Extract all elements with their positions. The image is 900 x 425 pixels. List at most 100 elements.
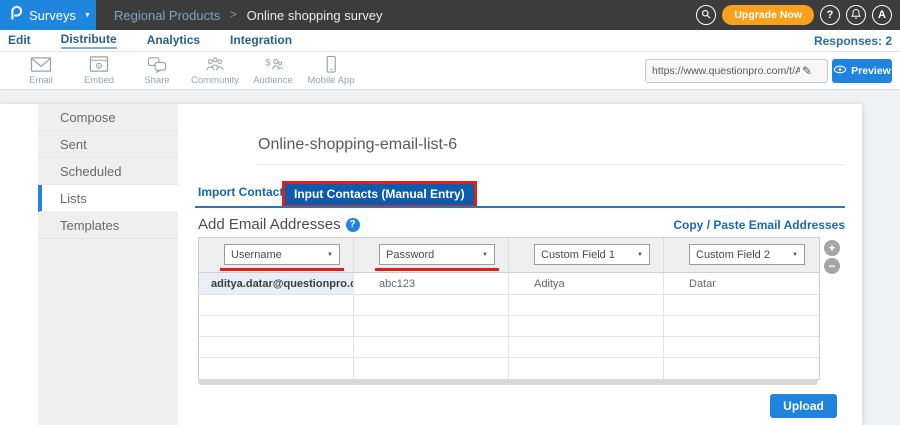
select-caret-icon: ▼ (637, 251, 643, 258)
column-select-custom-field-1[interactable]: Custom Field 1 ▼ (534, 244, 650, 265)
remove-row-button[interactable]: − (824, 258, 840, 274)
survey-nav: Edit Distribute Analytics Integration Re… (0, 30, 900, 52)
column-select-username[interactable]: Username ▼ (224, 244, 340, 265)
empty-cell[interactable] (199, 295, 354, 315)
surveys-menu-label: Surveys (29, 7, 76, 23)
top-bar: Surveys ▼ Regional Products > Online sho… (0, 0, 900, 30)
empty-cell[interactable] (354, 295, 509, 315)
topbar-actions: Upgrade Now ? A (696, 0, 892, 30)
nav-tab-edit[interactable]: Edit (8, 33, 31, 48)
upload-button[interactable]: Upload (770, 394, 837, 418)
header-cell-password: Password ▼ (354, 238, 509, 272)
email-icon (29, 55, 53, 74)
embed-icon (87, 55, 111, 74)
section-header: Add Email Addresses ? Copy / Paste Email… (198, 216, 845, 233)
cell-custom2[interactable]: Datar (664, 273, 819, 294)
annotation-box: Input Contacts (Manual Entry) (282, 181, 477, 208)
list-name-field[interactable]: Online-shopping-email-list-6 (258, 136, 457, 154)
lists-card: Compose Sent Scheduled Lists Templates O… (0, 104, 862, 425)
select-caret-icon: ▼ (792, 251, 798, 258)
tabs-divider (195, 206, 845, 208)
toolbar-items: Email Embed Share Community $ Audience M… (12, 55, 360, 86)
add-row-button[interactable]: + (824, 240, 840, 256)
empty-cell[interactable] (199, 358, 354, 379)
header-cell-custom2: Custom Field 2 ▼ (664, 238, 819, 272)
nav-tab-integration[interactable]: Integration (230, 33, 292, 48)
empty-cell[interactable] (509, 316, 664, 336)
edit-url-pencil-icon[interactable]: ✎ (802, 64, 812, 78)
preview-button[interactable]: Preview (832, 59, 892, 83)
survey-url-box: ✎ (645, 59, 828, 83)
tab-import-contacts[interactable]: Import Contacts (198, 185, 290, 199)
table-row (199, 337, 819, 358)
empty-cell[interactable] (199, 337, 354, 357)
empty-cell[interactable] (664, 358, 819, 379)
upgrade-now-button[interactable]: Upgrade Now (722, 5, 814, 25)
surveys-menu[interactable]: Surveys ▼ (0, 0, 96, 30)
section-help-icon[interactable]: ? (345, 217, 360, 232)
toolbar-item-community[interactable]: Community (186, 55, 244, 86)
horizontal-scrollbar[interactable] (198, 379, 818, 385)
questionpro-logo-icon (8, 4, 23, 26)
sidebar-item-lists[interactable]: Lists (38, 185, 178, 212)
svg-text:$: $ (265, 57, 271, 68)
empty-cell[interactable] (509, 358, 664, 379)
cell-custom1[interactable]: Aditya (509, 273, 664, 294)
tab-input-contacts-manual[interactable]: Input Contacts (Manual Entry) (285, 184, 474, 205)
empty-cell[interactable] (509, 295, 664, 315)
nav-tab-distribute[interactable]: Distribute (60, 32, 117, 49)
surveys-caret-icon: ▼ (83, 11, 91, 19)
sidebar-item-sent[interactable]: Sent (38, 131, 178, 158)
preview-eye-icon (833, 65, 847, 77)
empty-cell[interactable] (664, 295, 819, 315)
app-window: Surveys ▼ Regional Products > Online sho… (0, 0, 900, 425)
table-row (199, 358, 819, 379)
toolbar-item-mobile-app[interactable]: Mobile App (302, 55, 360, 86)
empty-cell[interactable] (664, 316, 819, 336)
audience-icon: $ (261, 55, 285, 74)
email-sidebar: Compose Sent Scheduled Lists Templates (38, 104, 178, 425)
community-icon (203, 55, 227, 74)
sidebar-item-scheduled[interactable]: Scheduled (38, 158, 178, 185)
cell-password[interactable]: abc123 (354, 273, 509, 294)
column-select-custom-field-2[interactable]: Custom Field 2 ▼ (689, 244, 805, 265)
toolbar-item-email[interactable]: Email (12, 55, 70, 86)
table-row (199, 295, 819, 316)
breadcrumb-parent[interactable]: Regional Products (114, 8, 220, 23)
empty-cell[interactable] (354, 337, 509, 357)
empty-cell[interactable] (354, 358, 509, 379)
section-title: Add Email Addresses ? (198, 216, 360, 233)
responses-count[interactable]: Responses: 2 (814, 34, 892, 48)
annotation-underline (375, 268, 499, 271)
survey-url-input[interactable] (652, 65, 800, 77)
sidebar-item-templates[interactable]: Templates (38, 212, 178, 239)
bell-icon (850, 8, 862, 23)
sidebar-item-compose[interactable]: Compose (38, 104, 178, 131)
empty-cell[interactable] (354, 316, 509, 336)
empty-cell[interactable] (509, 337, 664, 357)
help-button[interactable]: ? (820, 5, 840, 25)
search-button[interactable] (696, 5, 717, 25)
toolbar-item-embed[interactable]: Embed (70, 55, 128, 86)
nav-tab-analytics[interactable]: Analytics (147, 33, 200, 48)
mobile-app-icon (319, 55, 343, 74)
notifications-button[interactable] (846, 5, 866, 25)
header-cell-custom1: Custom Field 1 ▼ (509, 238, 664, 272)
table-header-row: Username ▼ Password ▼ Custom Field 1 ▼ C… (199, 238, 819, 273)
empty-cell[interactable] (199, 316, 354, 336)
empty-cell[interactable] (664, 337, 819, 357)
toolbar-item-audience[interactable]: $ Audience (244, 55, 302, 86)
column-select-password[interactable]: Password ▼ (379, 244, 495, 265)
breadcrumb: Regional Products > Online shopping surv… (114, 8, 383, 23)
table-row: aditya.datar@questionpro.com abc123 Adit… (199, 273, 819, 295)
toolbar-item-share[interactable]: Share (128, 55, 186, 86)
copy-paste-link[interactable]: Copy / Paste Email Addresses (673, 218, 845, 232)
annotation-underline (220, 268, 344, 271)
select-caret-icon: ▼ (482, 251, 488, 258)
avatar[interactable]: A (872, 5, 892, 25)
cell-email[interactable]: aditya.datar@questionpro.com (199, 273, 354, 294)
page-background: Compose Sent Scheduled Lists Templates O… (0, 90, 900, 425)
search-icon (700, 8, 712, 23)
header-cell-username: Username ▼ (199, 238, 354, 272)
breadcrumb-current: Online shopping survey (246, 7, 383, 23)
